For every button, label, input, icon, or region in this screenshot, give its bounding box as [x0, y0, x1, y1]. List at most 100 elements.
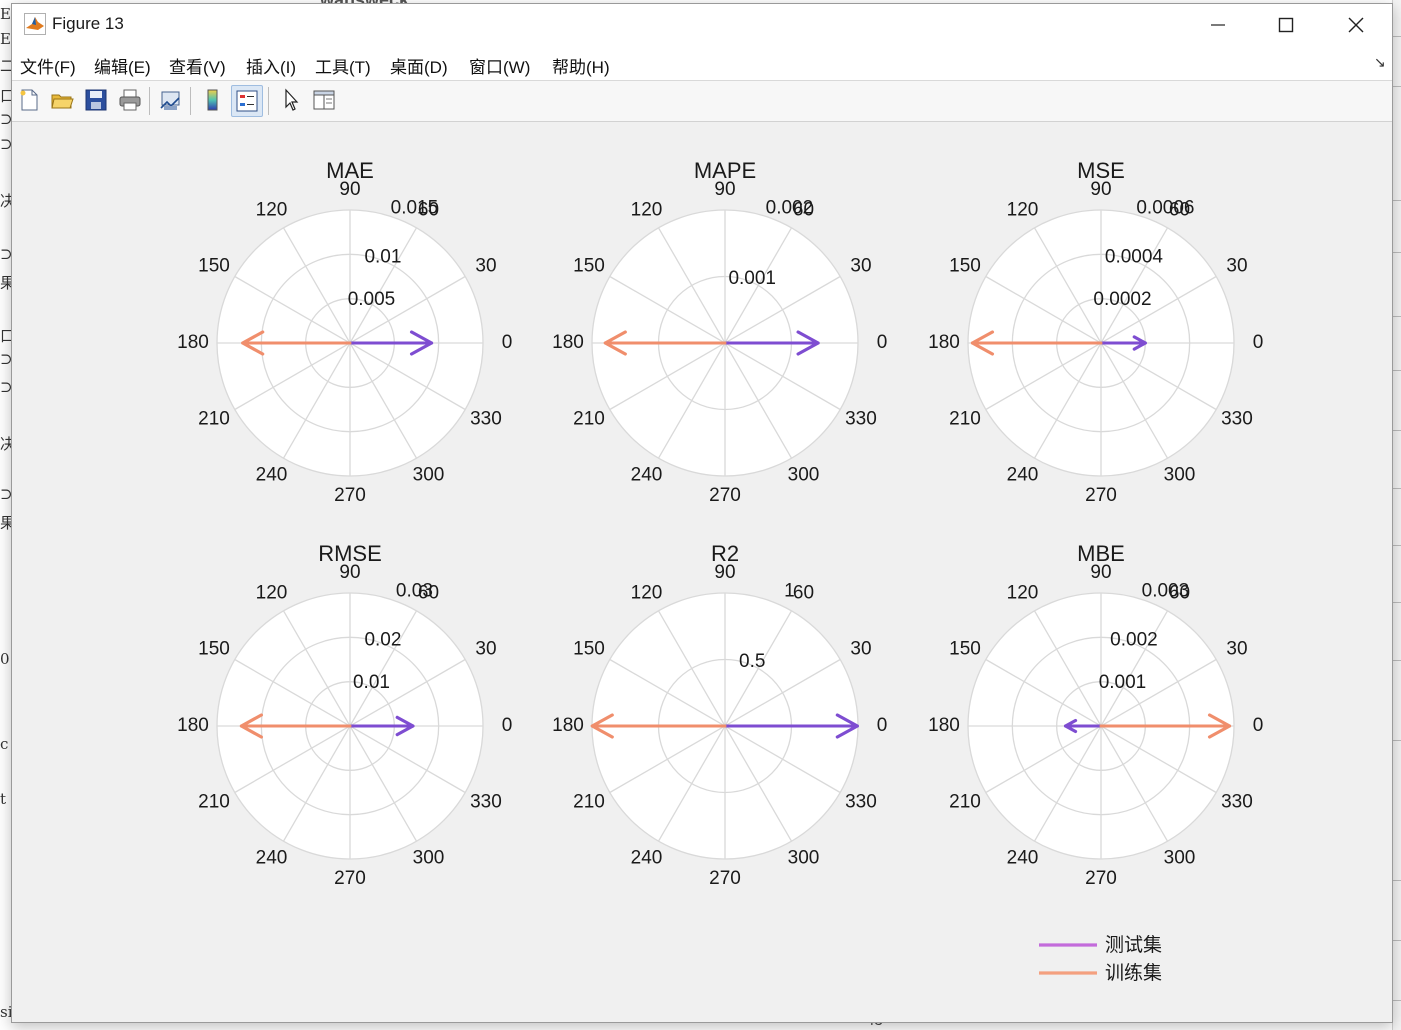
maximize-button[interactable] — [1252, 4, 1320, 46]
background-text-fragment: t — [0, 790, 7, 808]
insert-colorbar-button[interactable] — [198, 85, 228, 115]
legend[interactable]: 测试集训练集 — [1039, 934, 1162, 984]
angular-tick-label: 180 — [177, 332, 209, 353]
angular-tick-label: 60 — [418, 200, 439, 221]
angular-tick-label: 120 — [1007, 200, 1039, 221]
angular-tick-label: 150 — [198, 256, 230, 277]
edit-plot-pointer-icon — [285, 88, 299, 111]
angular-tick-label: 330 — [470, 792, 502, 813]
angular-tick-label: 150 — [949, 256, 981, 277]
angular-tick-label: 120 — [631, 200, 663, 221]
angular-tick-label: 300 — [413, 465, 445, 486]
polar-charts-svg: 0.0050.010.01503060901201501802102402703… — [177, 158, 1263, 984]
menu-desktop[interactable]: 桌面(D) — [390, 53, 448, 78]
angular-tick-label: 180 — [928, 332, 960, 353]
radial-tick-label: 0.005 — [348, 289, 396, 310]
angular-tick-label: 30 — [475, 639, 496, 660]
link-plot-icon — [160, 91, 180, 110]
save-icon — [85, 89, 107, 111]
angular-tick-label: 240 — [1007, 848, 1039, 869]
angular-tick-label: 0 — [877, 715, 888, 736]
angular-tick-label: 120 — [256, 200, 288, 221]
polar-axes-mse[interactable]: 0.00020.00040.00060306090120150180210240… — [928, 158, 1263, 506]
polar-chart-title: MSE — [1077, 158, 1125, 183]
insert-legend-icon — [236, 90, 258, 112]
menu-window[interactable]: 窗口(W) — [469, 53, 530, 78]
menu-overflow-arrow[interactable]: ↘ — [1374, 54, 1386, 71]
angular-tick-label: 120 — [631, 583, 663, 604]
angular-tick-label: 210 — [573, 792, 605, 813]
background-divider — [1393, 86, 1401, 87]
angular-tick-label: 210 — [198, 792, 230, 813]
angular-tick-label: 30 — [850, 639, 871, 660]
close-button[interactable] — [1322, 4, 1390, 46]
menu-tools[interactable]: 工具(T) — [315, 53, 371, 78]
radial-tick-label: 0.0002 — [1093, 289, 1151, 310]
radial-tick-label: 0.5 — [739, 651, 765, 672]
angular-tick-label: 300 — [1164, 465, 1196, 486]
angular-tick-label: 120 — [1007, 583, 1039, 604]
polar-axes-mae[interactable]: 0.0050.010.01503060901201501802102402703… — [177, 158, 512, 506]
angular-tick-label: 210 — [198, 409, 230, 430]
maximize-icon — [1278, 17, 1294, 33]
radial-tick-label: 0.001 — [1099, 672, 1147, 693]
angular-tick-label: 330 — [470, 409, 502, 430]
angular-tick-label: 180 — [552, 332, 584, 353]
angular-tick-label: 300 — [788, 848, 820, 869]
angular-tick-label: 240 — [1007, 465, 1039, 486]
print-icon — [119, 89, 141, 111]
save-button[interactable] — [81, 85, 111, 115]
radial-tick-label: 0.001 — [728, 268, 776, 289]
matlab-logo-icon — [24, 13, 46, 35]
polar-axes-mape[interactable]: 0.0010.002030609012015018021024027030033… — [552, 158, 887, 506]
angular-tick-label: 150 — [198, 639, 230, 660]
angular-tick-label: 150 — [949, 639, 981, 660]
angular-tick-label: 270 — [1085, 868, 1117, 889]
angular-tick-label: 270 — [334, 868, 366, 889]
close-icon — [1348, 17, 1364, 33]
angular-tick-label: 0 — [1253, 715, 1264, 736]
menu-help[interactable]: 帮助(H) — [552, 53, 610, 78]
angular-tick-label: 150 — [573, 256, 605, 277]
radial-tick-label: 0.0004 — [1105, 246, 1164, 267]
figure-canvas[interactable]: 0.005 0.01 0.015 0 30 60 90 120 150 180 210 240 270 3… — [24, 125, 1401, 1025]
minimize-icon — [1211, 24, 1225, 26]
angular-tick-label: 180 — [928, 715, 960, 736]
print-button[interactable] — [115, 85, 145, 115]
menu-edit[interactable]: 编辑(E) — [94, 53, 151, 78]
open-file-button[interactable] — [47, 85, 77, 115]
polar-chart-title: R2 — [711, 541, 739, 566]
angular-tick-label: 0 — [877, 332, 888, 353]
polar-chart-title: MAE — [326, 158, 374, 183]
background-text-fragment: E — [0, 5, 11, 23]
radial-tick-label: 0.01 — [353, 672, 390, 693]
angular-tick-label: 60 — [1169, 583, 1190, 604]
angular-tick-label: 120 — [256, 583, 288, 604]
figure-window: Figure 13 文件(F) 编辑(E) 查看(V) 插入(I) 工具(T) … — [11, 3, 1393, 1023]
insert-legend-button[interactable] — [231, 85, 263, 117]
title-bar[interactable]: Figure 13 — [12, 4, 1392, 46]
menu-bar: 文件(F) 编辑(E) 查看(V) 插入(I) 工具(T) 桌面(D) 窗口(W… — [12, 46, 1392, 81]
angular-tick-label: 60 — [793, 200, 814, 221]
background-divider — [1393, 36, 1401, 37]
menu-insert[interactable]: 插入(I) — [246, 53, 296, 78]
angular-tick-label: 180 — [177, 715, 209, 736]
link-plot-button[interactable] — [156, 85, 186, 115]
property-inspector-button[interactable] — [309, 85, 339, 115]
angular-tick-label: 60 — [418, 583, 439, 604]
toolbar-separator — [268, 87, 269, 115]
polar-axes-r2[interactable]: 0.510306090120150180210240270300330R2 — [552, 541, 887, 889]
polar-axes-mbe[interactable]: 0.0010.0020.0030306090120150180210240270… — [928, 541, 1263, 889]
window-title: Figure 13 — [52, 14, 124, 33]
edit-plot-button[interactable] — [276, 85, 306, 115]
angular-tick-label: 270 — [709, 868, 741, 889]
angular-tick-label: 0 — [1253, 332, 1264, 353]
menu-file[interactable]: 文件(F) — [20, 53, 76, 78]
new-figure-button[interactable] — [14, 85, 44, 115]
toolbar-separator — [149, 87, 150, 115]
minimize-button[interactable] — [1184, 4, 1252, 46]
angular-tick-label: 270 — [709, 485, 741, 506]
polar-axes-rmse[interactable]: 0.010.020.030306090120150180210240270300… — [177, 541, 512, 889]
menu-view[interactable]: 查看(V) — [169, 53, 226, 78]
angular-tick-label: 30 — [1226, 639, 1247, 660]
